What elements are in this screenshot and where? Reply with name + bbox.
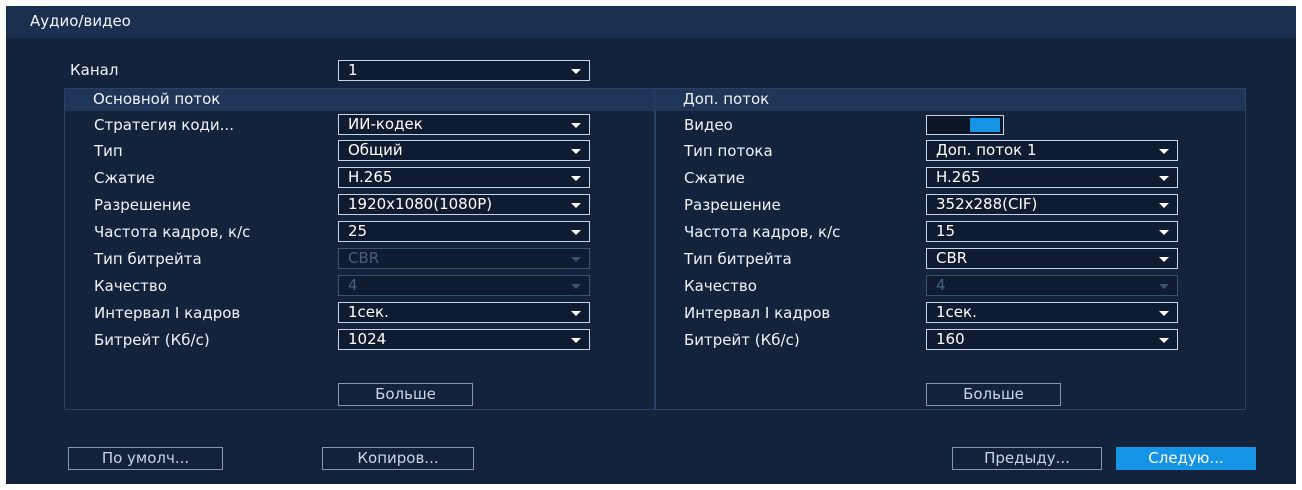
select-value: 160	[936, 330, 965, 348]
main-row-label: Стратегия коди...	[94, 116, 234, 134]
chevron-down-icon	[571, 69, 581, 74]
chevron-down-icon	[1159, 338, 1169, 343]
copy-button[interactable]: Копиров...	[322, 447, 474, 470]
sub-framerate-select[interactable]: 15	[926, 221, 1178, 242]
main-encoding-strategy-select[interactable]: ИИ-кодек	[338, 114, 590, 135]
sub-compression-select[interactable]: H.265	[926, 167, 1178, 188]
chevron-down-icon	[571, 176, 581, 181]
chevron-down-icon	[571, 338, 581, 343]
chevron-down-icon	[571, 311, 581, 316]
chevron-down-icon	[1159, 203, 1169, 208]
sub-row-label: Разрешение	[684, 196, 781, 214]
channel-select-value: 1	[348, 61, 358, 79]
select-value: H.265	[348, 168, 393, 186]
main-row-label: Сжатие	[94, 169, 155, 187]
select-value: 1сек.	[348, 303, 389, 321]
previous-button[interactable]: Предыду...	[952, 447, 1102, 470]
sub-bitrate-type-select[interactable]: CBR	[926, 248, 1178, 269]
select-value: 352x288(CIF)	[936, 195, 1038, 213]
chevron-down-icon	[1159, 311, 1169, 316]
select-value: H.265	[936, 168, 981, 186]
main-more-button[interactable]: Больше	[338, 383, 473, 406]
main-row-label: Тип битрейта	[94, 250, 202, 268]
title-bar: Аудио/видео	[6, 6, 1296, 38]
chevron-down-icon	[571, 257, 581, 262]
chevron-down-icon	[571, 284, 581, 289]
sub-bitrate-select[interactable]: 160	[926, 329, 1178, 350]
main-resolution-select[interactable]: 1920x1080(1080P)	[338, 194, 590, 215]
sub-iframe-interval-select[interactable]: 1сек.	[926, 302, 1178, 323]
select-value: CBR	[936, 249, 968, 267]
sub-row-label: Тип потока	[684, 142, 773, 160]
chevron-down-icon	[1159, 284, 1169, 289]
main-stream-header: Основной поток	[65, 89, 655, 111]
select-value: 1024	[348, 330, 387, 348]
select-value: 4	[348, 276, 358, 294]
main-bitrate-select[interactable]: 1024	[338, 329, 590, 350]
select-value: CBR	[348, 249, 380, 267]
select-value: 15	[936, 222, 956, 240]
chevron-down-icon	[571, 149, 581, 154]
sub-row-label: Тип битрейта	[684, 250, 792, 268]
sub-quality-select: 4	[926, 275, 1178, 296]
select-value: Общий	[348, 141, 403, 159]
sub-stream-header: Доп. поток	[655, 89, 1245, 111]
sub-video-toggle[interactable]	[926, 115, 1004, 135]
main-row-label: Качество	[94, 277, 167, 295]
sub-row-label: Сжатие	[684, 169, 745, 187]
select-value: ИИ-кодек	[348, 115, 423, 133]
chevron-down-icon	[571, 123, 581, 128]
main-iframe-interval-select[interactable]: 1сек.	[338, 302, 590, 323]
channel-label: Канал	[70, 61, 119, 79]
main-row-label: Тип	[94, 142, 123, 160]
main-bitrate-type-select: CBR	[338, 248, 590, 269]
main-row-label: Разрешение	[94, 196, 191, 214]
select-value: 1сек.	[936, 303, 977, 321]
select-value: 25	[348, 222, 368, 240]
main-quality-select: 4	[338, 275, 590, 296]
sub-video-label: Видео	[684, 116, 733, 134]
main-type-select[interactable]: Общий	[338, 140, 590, 161]
toggle-knob	[970, 118, 1000, 132]
sub-stream-title: Доп. поток	[683, 90, 770, 108]
sub-row-label: Интервал I кадров	[684, 304, 831, 322]
main-row-label: Битрейт (Кб/с)	[94, 331, 210, 349]
chevron-down-icon	[571, 230, 581, 235]
main-framerate-select[interactable]: 25	[338, 221, 590, 242]
sub-row-label: Битрейт (Кб/с)	[684, 331, 800, 349]
main-stream-title: Основной поток	[93, 90, 221, 108]
sub-resolution-select[interactable]: 352x288(CIF)	[926, 194, 1178, 215]
sub-row-label: Частота кадров, к/с	[684, 223, 841, 241]
main-row-label: Интервал I кадров	[94, 304, 241, 322]
sub-row-label: Качество	[684, 277, 757, 295]
sub-stream-type-select[interactable]: Доп. поток 1	[926, 140, 1178, 161]
next-button[interactable]: Следую...	[1116, 447, 1256, 470]
window-title: Аудио/видео	[30, 12, 131, 30]
chevron-down-icon	[1159, 176, 1169, 181]
main-compression-select[interactable]: H.265	[338, 167, 590, 188]
select-value: Доп. поток 1	[936, 141, 1037, 159]
chevron-down-icon	[571, 203, 581, 208]
chevron-down-icon	[1159, 257, 1169, 262]
main-row-label: Частота кадров, к/с	[94, 223, 251, 241]
default-button[interactable]: По умолч...	[68, 447, 223, 470]
channel-select[interactable]: 1	[338, 60, 590, 81]
sub-more-button[interactable]: Больше	[926, 383, 1061, 406]
select-value: 1920x1080(1080P)	[348, 195, 493, 213]
select-value: 4	[936, 276, 946, 294]
chevron-down-icon	[1159, 149, 1169, 154]
chevron-down-icon	[1159, 230, 1169, 235]
audio-video-window: Аудио/видео Канал 1 Основной поток Страт…	[6, 6, 1296, 484]
